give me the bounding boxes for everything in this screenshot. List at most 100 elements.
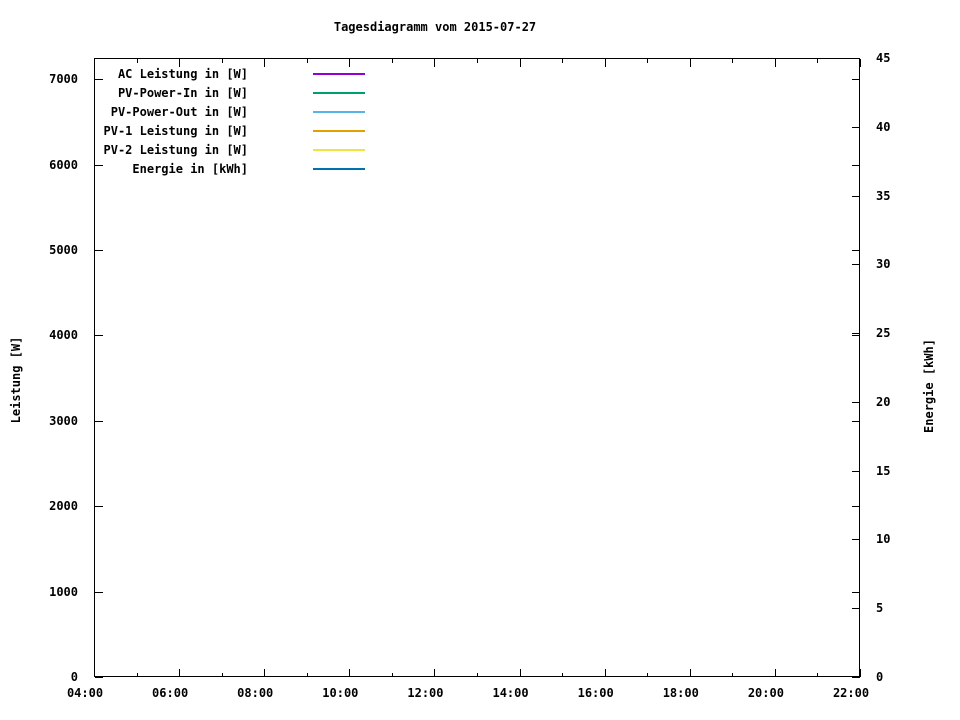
y2-tick [852, 539, 860, 541]
y1-tick-mirror [852, 164, 860, 166]
chart-canvas: Tagesdiagramm vom 2015-07-27 Leistung [W… [0, 0, 960, 720]
y2-tick [852, 470, 860, 472]
x-tick-mirror [519, 59, 521, 67]
x-tick-label: 16:00 [577, 686, 614, 700]
x-tick-mirror [477, 59, 478, 63]
chart-title: Tagesdiagramm vom 2015-07-27 [333, 20, 537, 34]
x-tick-mirror [689, 59, 691, 67]
y1-tick-label: 4000 [49, 328, 78, 343]
y2-tick-label: 30 [876, 257, 891, 272]
x-tick-mirror [562, 59, 564, 63]
y2-axis-title: Energie [kWh] [922, 339, 936, 433]
x-tick-mirror [136, 59, 138, 63]
x-tick [817, 673, 819, 677]
x-tick-mirror [221, 59, 223, 63]
y2-tick [852, 677, 860, 678]
y1-tick [95, 420, 103, 422]
x-tick-mirror [306, 59, 308, 63]
y2-tick [852, 58, 860, 59]
y2-tick-label: 40 [876, 119, 891, 134]
y1-tick [95, 591, 103, 593]
x-tick [94, 669, 95, 677]
y1-tick [95, 250, 103, 252]
y1-tick [95, 506, 103, 508]
x-tick-label: 18:00 [662, 686, 699, 700]
legend-entry-label: PV-Power-Out in [W] [110, 105, 248, 119]
x-tick [774, 669, 776, 677]
y1-tick-label: 2000 [49, 499, 78, 514]
y2-tick [852, 195, 860, 197]
x-tick [689, 669, 691, 677]
legend-entry-label: PV-2 Leistung in [W] [103, 143, 249, 157]
legend-entry-line [313, 130, 365, 132]
x-tick-label: 12:00 [407, 686, 444, 700]
x-tick [732, 673, 734, 677]
y1-tick-mirror [852, 335, 860, 337]
x-tick-mirror [860, 59, 861, 67]
y2-tick-label: 5 [876, 601, 884, 616]
y2-tick [852, 401, 860, 403]
x-tick [477, 673, 478, 677]
legend-entry-line [313, 92, 365, 94]
x-tick-mirror [179, 59, 181, 67]
x-tick-mirror [434, 59, 436, 67]
y1-tick [95, 677, 103, 678]
x-tick [519, 669, 521, 677]
legend-entry-label: AC Leistung in [W] [117, 67, 248, 81]
y1-tick-label: 5000 [49, 243, 78, 258]
x-tick-mirror [604, 59, 606, 67]
x-tick-mirror [647, 59, 649, 63]
y2-tick [852, 608, 860, 610]
x-tick [221, 673, 223, 677]
x-tick-mirror [94, 59, 95, 67]
y1-tick-mirror [852, 250, 860, 252]
y2-tick-label: 25 [876, 326, 891, 341]
x-tick [264, 669, 266, 677]
legend-entry-label: Energie in [kWh] [132, 162, 248, 176]
x-tick [136, 673, 138, 677]
x-tick-label: 14:00 [492, 686, 529, 700]
y2-tick-label: 45 [876, 51, 891, 65]
y1-axis-title: Leistung [W] [9, 336, 23, 424]
x-tick-label: 04:00 [66, 686, 104, 700]
x-tick [349, 669, 351, 677]
x-tick [434, 669, 436, 677]
y1-tick [95, 335, 103, 337]
y1-tick-mirror [852, 506, 860, 508]
y1-tick-mirror [852, 79, 860, 81]
x-tick-label: 08:00 [237, 686, 274, 700]
x-tick-mirror [264, 59, 266, 67]
x-tick-mirror [732, 59, 734, 63]
x-tick [179, 669, 181, 677]
y1-tick-mirror [852, 420, 860, 422]
y2-tick-label: 15 [876, 463, 891, 478]
y2-tick-label: 35 [876, 188, 891, 203]
x-tick-mirror [774, 59, 776, 67]
x-tick-label: 10:00 [322, 686, 359, 700]
x-tick-label: 06:00 [152, 686, 189, 700]
y2-tick [852, 126, 860, 128]
legend-entry-line [313, 111, 365, 113]
y1-tick-mirror [852, 591, 860, 593]
legend-entry-label: PV-1 Leistung in [W] [103, 124, 249, 138]
x-tick [562, 673, 564, 677]
x-tick [860, 669, 861, 677]
x-tick-mirror [391, 59, 393, 63]
y2-tick [852, 264, 860, 266]
y1-tick-label: 0 [70, 670, 78, 684]
x-tick [306, 673, 308, 677]
x-tick [647, 673, 649, 677]
y2-tick-label: 0 [876, 670, 884, 684]
x-tick-label: 22:00 [832, 686, 870, 700]
y2-tick [852, 333, 860, 335]
y2-tick-label: 20 [876, 394, 891, 409]
x-tick-mirror [349, 59, 351, 67]
y1-tick-label: 3000 [49, 413, 78, 428]
x-tick-mirror [817, 59, 819, 63]
x-tick-label: 20:00 [747, 686, 784, 700]
y2-tick-label: 10 [876, 532, 891, 547]
y1-tick-label: 1000 [49, 584, 78, 599]
legend-entry-line [313, 168, 365, 170]
legend-entry-line [313, 149, 365, 151]
x-tick [604, 669, 606, 677]
